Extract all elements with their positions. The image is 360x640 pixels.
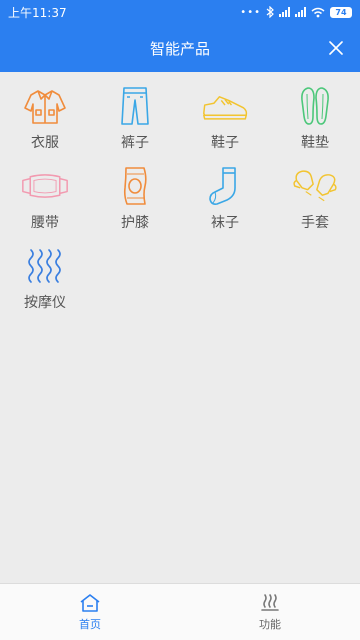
wifi-icon [311,7,325,17]
signal-2-icon [295,7,306,17]
product-label: 手套 [301,215,329,231]
product-label: 按摩仪 [24,295,66,311]
product-gloves[interactable]: 手套 [270,164,360,244]
bluetooth-icon [266,6,274,18]
product-pants[interactable]: 裤子 [90,84,180,164]
product-label: 袜子 [211,215,239,231]
signal-1-icon [279,7,290,17]
product-waist-belt[interactable]: 腰带 [0,164,90,244]
jacket-icon [24,90,66,124]
close-button[interactable] [324,36,348,60]
product-grid: 衣服 裤子 鞋子 鞋垫 腰带 护膝 袜子 手套 按摩仪 [0,84,360,324]
waist-belt-icon [22,174,68,198]
gloves-icon [293,170,337,202]
tab-label: 功能 [259,617,281,631]
product-sock[interactable]: 袜子 [180,164,270,244]
more-dots-icon: ••• [240,6,261,18]
product-sneaker[interactable]: 鞋子 [180,84,270,164]
product-jacket[interactable]: 衣服 [0,84,90,164]
product-massager[interactable]: 按摩仪 [0,244,90,324]
home-icon [80,593,100,612]
massager-icon [28,249,61,283]
tab-label: 首页 [79,617,101,631]
knee-pad-icon [123,167,147,205]
sneaker-icon [203,96,248,120]
tab-functions[interactable]: 功能 [180,584,360,640]
status-icons: ••• 74 [240,6,352,18]
title-bar: 智能产品 [0,24,360,72]
product-insole[interactable]: 鞋垫 [270,84,360,164]
status-time: 上午11:37 [8,5,67,20]
product-label: 腰带 [31,215,59,231]
product-label: 衣服 [31,135,59,151]
product-knee-pad[interactable]: 护膝 [90,164,180,244]
pants-icon [121,87,149,125]
tab-home[interactable]: 首页 [0,584,180,640]
sock-icon [209,167,236,205]
insole-icon [301,87,329,125]
status-bar: 上午11:37 ••• 74 [0,0,360,24]
bottom-tab-bar: 首页 功能 [0,583,360,640]
product-label: 鞋垫 [301,135,329,151]
close-icon [329,41,343,55]
product-label: 护膝 [121,215,149,231]
page-title: 智能产品 [149,39,210,58]
battery-icon: 74 [330,6,352,18]
product-label: 鞋子 [211,135,239,151]
heat-icon [261,593,279,611]
product-label: 裤子 [121,135,149,151]
